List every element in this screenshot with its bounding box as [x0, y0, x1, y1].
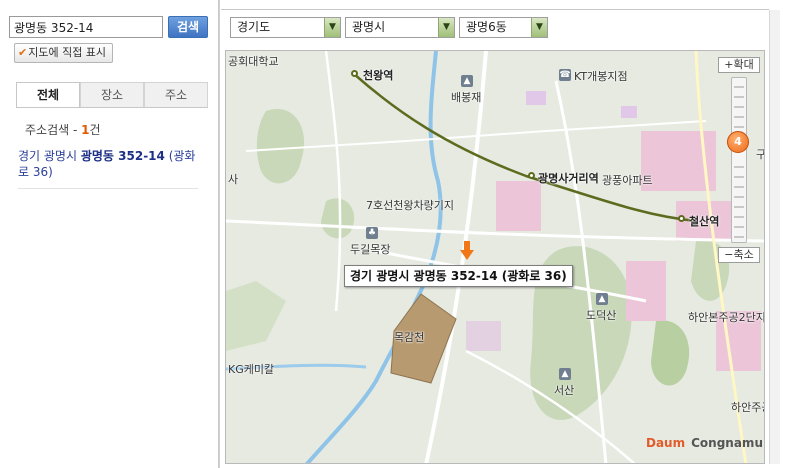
- map-label: 도덕산: [586, 309, 617, 322]
- residential-block: [496, 181, 541, 231]
- mountain-icon[interactable]: ▲: [596, 293, 608, 305]
- result-tabs: 전체 장소 주소: [16, 82, 208, 108]
- zoom-tick: [734, 86, 744, 88]
- subway-station-marker[interactable]: [528, 172, 535, 179]
- map-label: KT개봉지점: [574, 70, 628, 83]
- residential-block: [621, 106, 637, 118]
- dong-select[interactable]: 광명6동 ▼: [459, 17, 548, 38]
- subway-station-marker[interactable]: [678, 215, 685, 222]
- farm-icon[interactable]: ♣: [366, 227, 378, 239]
- map-label: 사: [228, 173, 239, 186]
- zoom-tick: [734, 216, 744, 218]
- map-label: 하안주공: [731, 401, 764, 414]
- zoom-tick: [734, 236, 744, 238]
- mark-on-map-label: 지도에 직접 표시: [28, 46, 107, 59]
- map-label: 배봉재: [451, 91, 482, 104]
- scrollbar[interactable]: [769, 10, 780, 464]
- subway-station-marker[interactable]: [351, 70, 358, 77]
- tab-all[interactable]: 전체: [16, 82, 80, 107]
- mountain-icon[interactable]: ▲: [461, 75, 473, 87]
- city-value: 광명시: [352, 20, 386, 34]
- map-label: 목감천: [394, 331, 425, 344]
- map-canvas[interactable]: 공회대학교 천왕역 ▲ 배봉재 ☎ KT개봉지점 광명사거리역 광풍아파트 철산…: [225, 50, 765, 464]
- search-button[interactable]: 검색: [168, 16, 208, 38]
- zoom-out-button[interactable]: −축소: [718, 247, 760, 263]
- zoom-tick: [734, 196, 744, 198]
- zoom-control: +확대 4 −축소: [718, 57, 760, 263]
- map-label: 천왕역: [363, 69, 394, 82]
- zoom-tick: [734, 96, 744, 98]
- stream: [305, 51, 443, 463]
- road: [324, 51, 342, 312]
- zoom-tick: [734, 126, 744, 128]
- zoom-out-label: 축소: [733, 248, 754, 261]
- zoom-tick: [734, 226, 744, 228]
- province-value: 경기도: [237, 20, 271, 34]
- map-label: 하안본주공2단지: [688, 311, 765, 324]
- zoom-in-button[interactable]: +확대: [718, 57, 760, 73]
- map-label: 7호선천왕차량기지: [366, 199, 454, 212]
- zoom-in-label: 확대: [733, 58, 754, 71]
- chevron-down-icon: ▼: [531, 18, 547, 37]
- zoom-tick: [734, 186, 744, 188]
- zoom-slider-track[interactable]: [731, 77, 747, 243]
- city-select[interactable]: 광명시 ▼: [345, 17, 455, 38]
- result-count-prefix: 주소검색 -: [25, 123, 82, 137]
- check-icon: ✔: [18, 46, 28, 59]
- mark-on-map-button[interactable]: ✔지도에 직접 표시: [14, 43, 113, 63]
- congnamul-logo: Congnamul: [691, 436, 765, 450]
- park-area: [256, 109, 305, 184]
- tab-address[interactable]: 주소: [144, 82, 208, 107]
- dong-value: 광명6동: [466, 20, 507, 34]
- map-label: 광명사거리역: [538, 172, 599, 185]
- address-callout[interactable]: 경기 광명시 광명동 352-14 (광화로 36): [344, 265, 573, 287]
- chevron-down-icon: ▼: [438, 18, 454, 37]
- map-label: 두길목장: [350, 243, 391, 256]
- residential-block: [526, 91, 546, 105]
- zoom-tick: [734, 206, 744, 208]
- zoom-tick: [734, 176, 744, 178]
- search-input[interactable]: [9, 16, 163, 38]
- residential-block: [466, 321, 501, 351]
- zoom-tick: [734, 166, 744, 168]
- map-label: KG케미칼: [228, 363, 275, 376]
- divider: [221, 9, 769, 10]
- province-select[interactable]: 경기도 ▼: [230, 17, 341, 38]
- result-count-suffix: 건: [89, 123, 101, 137]
- park-area: [226, 281, 286, 351]
- chevron-down-icon: ▼: [324, 18, 340, 37]
- map-label: 서산: [554, 384, 575, 397]
- map-base-layer: [226, 51, 764, 463]
- daum-logo: Daum: [646, 436, 686, 450]
- result-item-address: 광명동 352-14: [80, 149, 165, 163]
- location-pin-icon[interactable]: [460, 241, 474, 261]
- map-provider-logo: Daum Congnamul: [646, 436, 765, 450]
- telephone-icon[interactable]: ☎: [559, 69, 571, 81]
- zoom-slider-knob[interactable]: 4: [727, 131, 749, 153]
- map-label: 광풍아파트: [602, 174, 653, 187]
- residential-block: [626, 261, 666, 321]
- tab-places[interactable]: 장소: [80, 82, 144, 107]
- map-label: 철산역: [689, 215, 720, 228]
- result-count: 주소검색 - 1건: [25, 121, 101, 138]
- park-area: [651, 320, 690, 386]
- search-panel: 검색 ✔지도에 직접 표시 전체 장소 주소 주소검색 - 1건 경기 광명시 …: [0, 0, 219, 468]
- mountain-icon[interactable]: ▲: [559, 368, 571, 380]
- park-area: [321, 198, 355, 239]
- result-item[interactable]: 경기 광명시 광명동 352-14 (광화로 36): [18, 148, 198, 189]
- result-item-region: 경기 광명시: [18, 149, 81, 163]
- zoom-tick: [734, 116, 744, 118]
- zoom-tick: [734, 106, 744, 108]
- map-label: 공회대학교: [228, 55, 279, 68]
